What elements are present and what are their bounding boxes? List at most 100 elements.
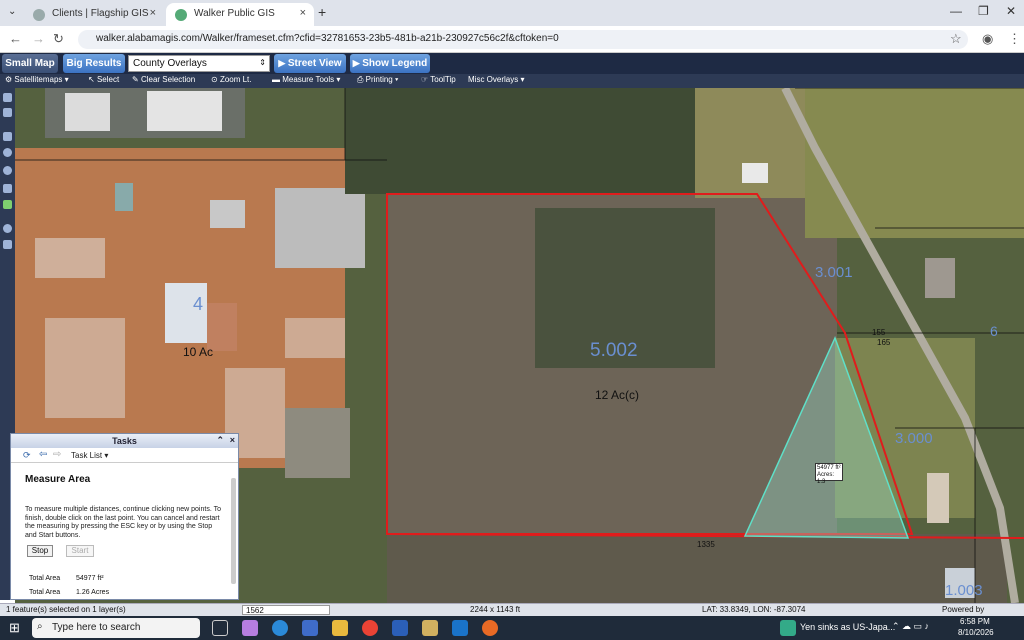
show-legend-button[interactable]: ▶ Show Legend xyxy=(350,54,430,73)
tasks-panel: Tasks ⌃ × ⟳ ⇦ ⇨ Task List ▾ Measure Area… xyxy=(10,433,239,600)
home-icon[interactable]: ⟳ xyxy=(23,450,31,461)
street-view-label: Street View xyxy=(287,58,342,69)
zoom-out-icon[interactable] xyxy=(3,166,12,175)
address-bar-row: ← → ↻ walker.alabamagis.com/Walker/frame… xyxy=(0,26,1024,53)
map-scale-value: 1562 xyxy=(246,606,264,615)
powered-by: Powered by xyxy=(942,605,985,614)
start-button[interactable]: Start xyxy=(66,545,94,557)
chrome-icon[interactable] xyxy=(362,620,378,636)
select-tool[interactable]: ↖ Select xyxy=(88,75,119,84)
settings-icon[interactable] xyxy=(3,240,12,249)
street-view-button[interactable]: ▶ Street View xyxy=(274,54,346,73)
reload-icon[interactable]: ↻ xyxy=(53,31,64,47)
address-1335: 1335 xyxy=(697,540,715,549)
close-window-icon[interactable]: ✕ xyxy=(1006,4,1016,18)
big-results-button[interactable]: Big Results xyxy=(63,54,125,73)
result-label-area: Total Area xyxy=(29,575,61,582)
overlay-select-value: County Overlays xyxy=(133,58,207,69)
task-list-menu[interactable]: Task List ▾ xyxy=(71,451,108,460)
misc-label: Misc Overlays ▾ xyxy=(468,75,525,84)
tab-label: Walker Public GIS xyxy=(194,8,275,19)
task-scrollbar[interactable] xyxy=(231,478,236,584)
tasks-header: Tasks ⌃ × xyxy=(11,434,238,448)
globe-icon xyxy=(175,9,187,21)
identify-icon[interactable] xyxy=(3,108,12,117)
task-view-icon[interactable] xyxy=(212,620,228,636)
map-scale[interactable]: 1562 xyxy=(242,605,330,615)
browser-tab-strip: ⌄ Clients | Flagship GIS × Walker Public… xyxy=(0,0,1024,26)
word-icon[interactable] xyxy=(392,620,408,636)
forward-arrow-icon[interactable]: ⇨ xyxy=(53,449,61,460)
measure-readout: 54977 ft² Acres: 1.3 xyxy=(815,463,843,485)
pan-icon[interactable] xyxy=(3,93,12,102)
misc-overlays-menu[interactable]: Misc Overlays ▾ xyxy=(468,75,524,84)
windows-taskbar: ⊞ ⌕ Type here to search Yen sinks as US-… xyxy=(0,616,1024,640)
measure-readout-area: 54977 ft² xyxy=(817,465,841,471)
measure-tools-menu[interactable]: ▬ Measure Tools ▾ xyxy=(272,75,340,84)
map-coordinates: LAT: 33.8349, LON: -87.3074 xyxy=(702,605,806,614)
forward-icon[interactable]: → xyxy=(32,31,45,46)
satellite-menu[interactable]: ⚙ Satellitemaps ▾ xyxy=(5,75,69,84)
url-field[interactable]: walker.alabamagis.com/Walker/frameset.cf… xyxy=(78,30,968,49)
street-view-icon: ▶ xyxy=(278,58,288,68)
parcel-id-bottom-right: 1.003 xyxy=(945,582,983,599)
close-icon[interactable]: × xyxy=(150,7,156,19)
zoom-in-icon[interactable] xyxy=(3,148,12,157)
overlay-select[interactable]: County Overlays ⇕ xyxy=(128,55,270,72)
printing-label: Printing ▾ xyxy=(365,75,399,84)
url-text: walker.alabamagis.com/Walker/frameset.cf… xyxy=(96,33,559,44)
zoom-tool[interactable]: ⊙ Zoom Lt. xyxy=(211,75,252,84)
measure-instructions: To measure multiple distances, continue … xyxy=(25,506,221,539)
explorer-icon[interactable] xyxy=(332,620,348,636)
result-label-acres: Total Area xyxy=(29,589,61,596)
address-165: 165 xyxy=(877,338,891,347)
app-icon[interactable] xyxy=(422,620,438,636)
stop-button[interactable]: Stop xyxy=(27,545,53,557)
restore-icon[interactable]: ❐ xyxy=(978,4,989,18)
tray-icons[interactable]: ⌃ ☁ ▭ ♪ xyxy=(892,621,929,632)
small-map-button[interactable]: Small Map xyxy=(2,54,58,73)
minimize-icon[interactable]: — xyxy=(950,4,962,18)
edge-icon[interactable] xyxy=(272,620,288,636)
satellite-label: Satellitemaps ▾ xyxy=(14,75,69,84)
profile-icon[interactable]: ◉ xyxy=(982,31,993,47)
clock-time[interactable]: 6:58 PM xyxy=(960,617,990,626)
parcel-acres-left: 10 Ac xyxy=(183,345,214,359)
tasks-title: Tasks xyxy=(112,436,137,446)
store-icon[interactable] xyxy=(302,620,318,636)
news-icon xyxy=(780,620,796,636)
layers-icon[interactable] xyxy=(3,132,12,141)
select-label: Select xyxy=(96,75,120,84)
tab-search-icon[interactable]: ⌄ xyxy=(8,6,16,17)
news-headline[interactable]: Yen sinks as US-Japa... xyxy=(800,622,895,632)
search-placeholder: Type here to search xyxy=(52,622,141,633)
gis-toolbar-tools: ⚙ Satellitemaps ▾ ↖ Select ✎ Clear Selec… xyxy=(0,74,1024,88)
taskbar-search[interactable]: ⌕ Type here to search xyxy=(32,618,200,638)
clock-date[interactable]: 8/10/2026 xyxy=(958,628,994,637)
firefox-icon[interactable] xyxy=(482,620,498,636)
full-extent-icon[interactable] xyxy=(3,184,12,193)
collapse-icon[interactable]: ⌃ xyxy=(216,435,224,446)
address-155: 155 xyxy=(872,328,886,337)
tab-walker[interactable]: Walker Public GIS × xyxy=(166,3,314,26)
clear-selection-tool[interactable]: ✎ Clear Selection xyxy=(132,75,195,84)
close-icon[interactable]: × xyxy=(230,435,235,445)
parking-lot xyxy=(275,188,365,268)
help-icon[interactable] xyxy=(3,224,12,233)
bookmark-star-icon[interactable]: ☆ xyxy=(950,31,962,47)
tooltip-tool[interactable]: ☞ ToolTip xyxy=(421,75,456,84)
status-bar: 1 feature(s) selected on 1 layer(s) 1562… xyxy=(0,603,1024,616)
map-extent: 2244 x 1143 ft xyxy=(470,605,521,614)
back-arrow-icon[interactable]: ⇦ xyxy=(39,449,47,460)
menu-icon[interactable]: ⋮ xyxy=(1008,31,1021,47)
tooltip-label: ToolTip xyxy=(430,75,456,84)
overview-icon[interactable] xyxy=(3,200,12,209)
printing-menu[interactable]: ⎙ Printing ▾ xyxy=(357,75,398,85)
back-icon[interactable]: ← xyxy=(9,31,22,46)
windows-start-icon[interactable]: ⊞ xyxy=(9,620,20,636)
tab-clients[interactable]: Clients | Flagship GIS × xyxy=(24,3,164,26)
close-icon[interactable]: × xyxy=(300,7,306,19)
outlook-icon[interactable] xyxy=(452,620,468,636)
copilot-icon[interactable] xyxy=(242,620,258,636)
new-tab-button[interactable]: + xyxy=(318,4,326,20)
